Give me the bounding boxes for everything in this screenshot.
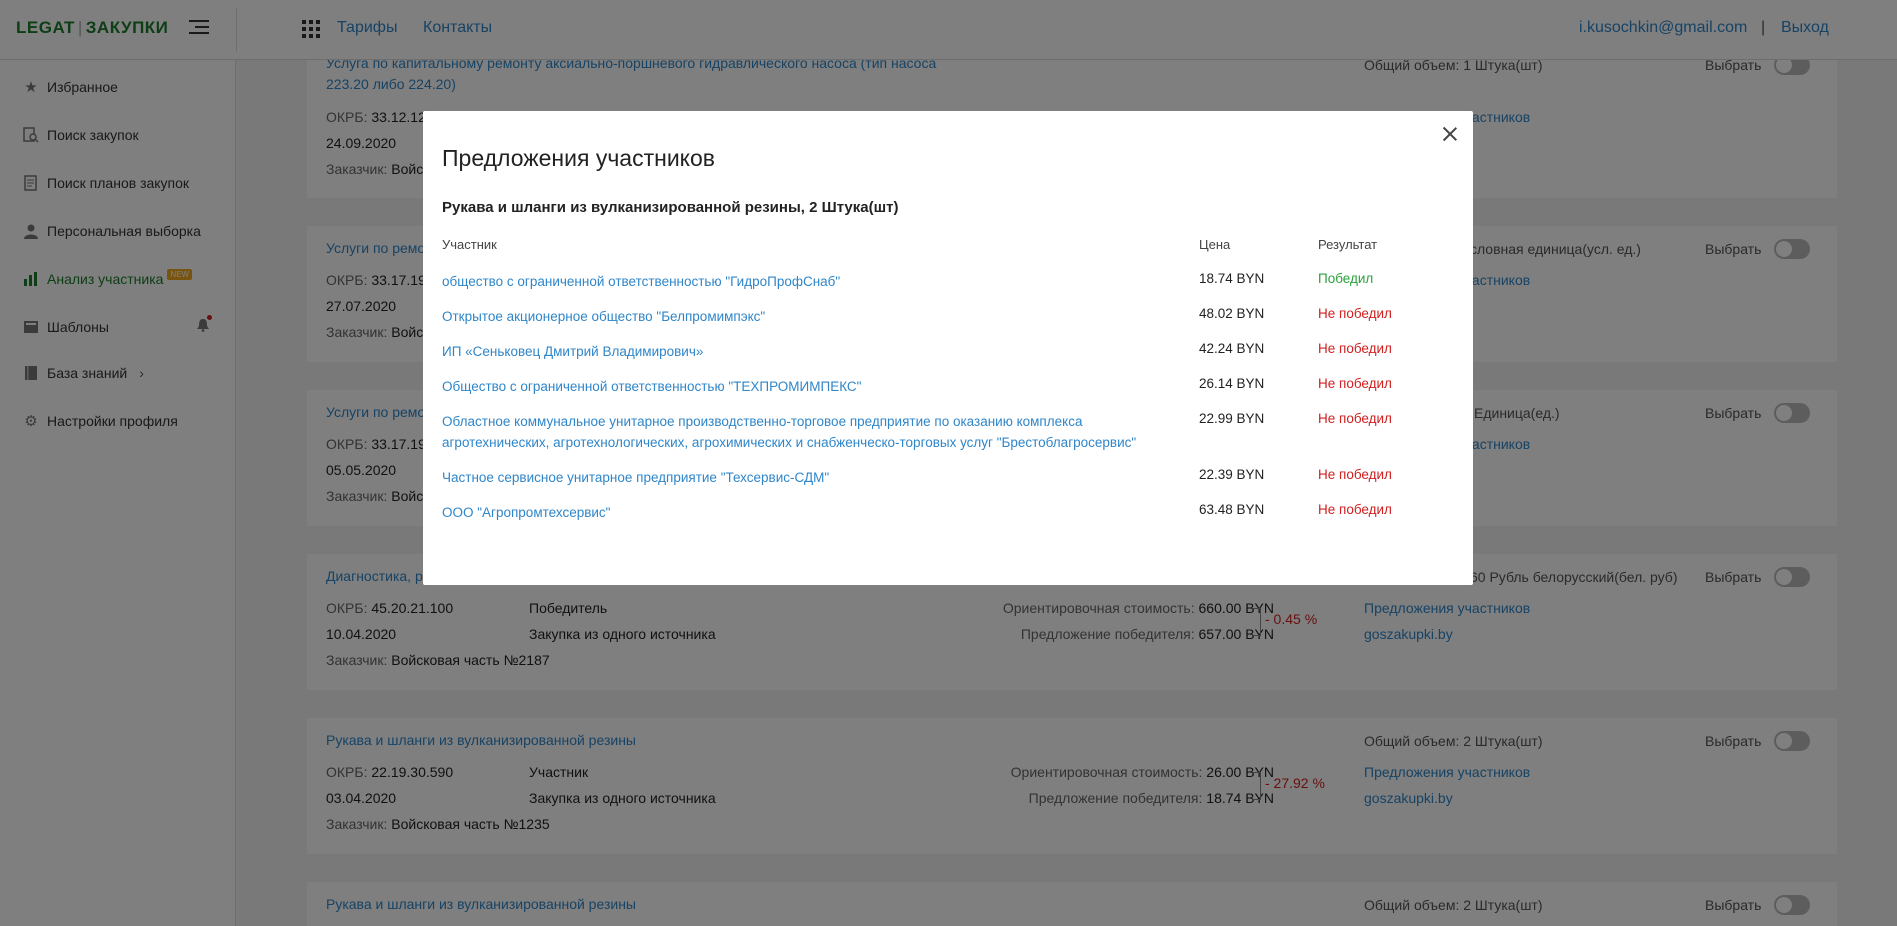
participant-link[interactable]: Частное сервисное унитарное предприятие … bbox=[442, 467, 1172, 488]
modal-subtitle: Рукава и шланги из вулканизированной рез… bbox=[442, 199, 899, 216]
offers-modal: Предложения участников Рукава и шланги и… bbox=[423, 111, 1473, 585]
offer-price: 22.99 BYN bbox=[1199, 411, 1265, 426]
offer-price: 22.39 BYN bbox=[1199, 467, 1265, 482]
close-icon[interactable] bbox=[1441, 125, 1459, 143]
result-status: Не победил bbox=[1318, 411, 1392, 426]
participant-link[interactable]: Открытое акционерное общество "Белпромим… bbox=[442, 306, 1172, 327]
participant-link[interactable]: ИП «Сеньковец Дмитрий Владимирович» bbox=[442, 341, 1172, 362]
result-status: Не победил bbox=[1318, 341, 1392, 356]
result-status: Не победил bbox=[1318, 306, 1392, 321]
participant-link[interactable]: Областное коммунальное унитарное произво… bbox=[442, 411, 1172, 453]
offer-price: 26.14 BYN bbox=[1199, 376, 1265, 391]
column-header-result: Результат bbox=[1318, 237, 1378, 252]
participant-link[interactable]: Общество с ограниченной ответственностью… bbox=[442, 376, 1172, 397]
column-header-price: Цена bbox=[1199, 237, 1231, 252]
offer-price: 63.48 BYN bbox=[1199, 502, 1265, 517]
offer-price: 48.02 BYN bbox=[1199, 306, 1265, 321]
participant-link[interactable]: общество с ограниченной ответственностью… bbox=[442, 271, 1172, 292]
result-status: Не победил bbox=[1318, 376, 1392, 391]
result-status: Не победил bbox=[1318, 502, 1392, 517]
result-status: Не победил bbox=[1318, 467, 1392, 482]
modal-title: Предложения участников bbox=[442, 145, 716, 171]
result-status: Победил bbox=[1318, 271, 1374, 286]
offer-price: 18.74 BYN bbox=[1199, 271, 1265, 286]
offer-price: 42.24 BYN bbox=[1199, 341, 1265, 356]
participant-link[interactable]: ООО "Агропромтехсервис" bbox=[442, 502, 1172, 523]
column-header-participant: Участник bbox=[442, 237, 497, 252]
